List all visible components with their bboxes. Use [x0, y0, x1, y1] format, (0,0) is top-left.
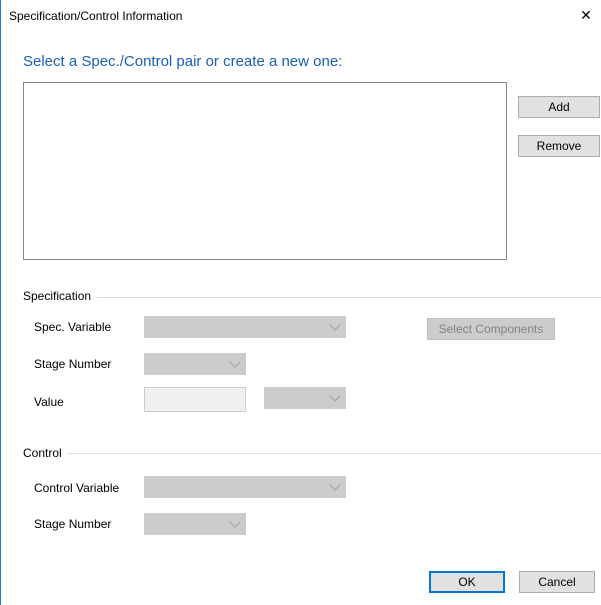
spec-control-pair-list[interactable]: [23, 82, 507, 260]
title-bar: Specification/Control Information ✕: [1, 0, 601, 30]
control-variable-dropdown[interactable]: [144, 476, 346, 498]
specification-group-label: Specification: [23, 289, 98, 303]
control-variable-label: Control Variable: [34, 481, 120, 495]
control-stage-number-label: Stage Number: [34, 517, 112, 531]
specification-group-divider: [23, 297, 601, 298]
instruction-text: Select a Spec./Control pair or create a …: [23, 53, 343, 70]
chevron-down-icon: [229, 356, 241, 368]
value-label: Value: [34, 395, 64, 409]
control-stage-number-dropdown[interactable]: [144, 513, 246, 535]
spec-control-dialog: Specification/Control Information ✕ Sele…: [0, 0, 601, 605]
spec-stage-number-label: Stage Number: [34, 357, 112, 371]
chevron-down-icon: [329, 390, 341, 402]
spec-stage-number-dropdown[interactable]: [144, 353, 246, 375]
value-unit-dropdown[interactable]: [264, 387, 346, 409]
add-button[interactable]: Add: [518, 96, 600, 118]
window-title: Specification/Control Information: [9, 9, 183, 23]
remove-button[interactable]: Remove: [518, 135, 600, 157]
close-icon[interactable]: ✕: [571, 0, 601, 30]
chevron-down-icon: [229, 516, 241, 528]
ok-button[interactable]: OK: [429, 571, 505, 593]
control-group-divider: [23, 453, 601, 454]
chevron-down-icon: [329, 479, 341, 491]
value-input[interactable]: [144, 387, 246, 412]
spec-variable-label: Spec. Variable: [34, 320, 112, 334]
cancel-button[interactable]: Cancel: [519, 571, 595, 593]
chevron-down-icon: [329, 319, 341, 331]
control-group-label: Control: [23, 446, 68, 460]
select-components-button[interactable]: Select Components: [427, 318, 555, 340]
spec-variable-dropdown[interactable]: [144, 316, 346, 338]
